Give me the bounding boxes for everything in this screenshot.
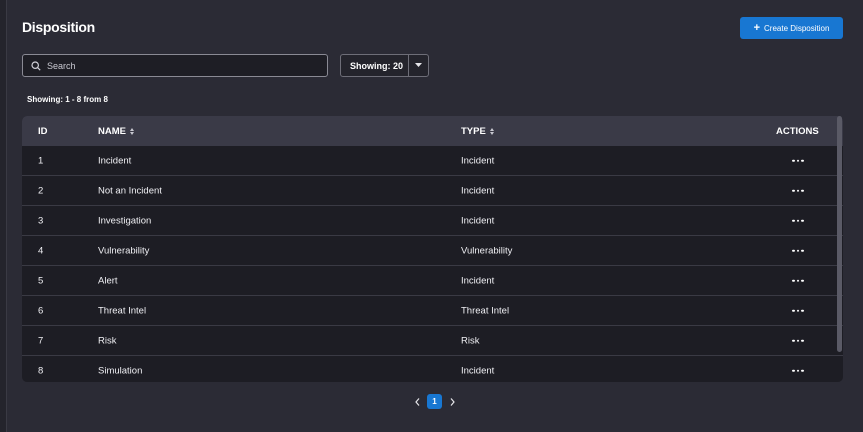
row-type: Incident [461, 155, 495, 166]
row-name: Threat Intel [98, 305, 147, 316]
row-type: Incident [461, 215, 495, 226]
pagination: 1 [412, 394, 457, 409]
row-name: Incident [98, 155, 132, 166]
row-type: Threat Intel [461, 305, 510, 316]
row-id: 4 [38, 245, 44, 256]
table-row[interactable]: 8 Simulation Incident [22, 356, 843, 382]
page-size-select[interactable]: Showing: 20 [340, 54, 429, 77]
disposition-table: ID NAME TYPE ACTIONS 1 Incident Incident 2 N… [22, 116, 843, 382]
row-name: Alert [98, 275, 118, 286]
table-row[interactable]: 3 Investigation Incident [22, 206, 843, 236]
more-icon[interactable] [790, 155, 806, 166]
page-button-current[interactable]: 1 [427, 394, 442, 409]
row-id: 2 [38, 185, 44, 196]
row-id: 7 [38, 335, 44, 346]
table-row[interactable]: 5 Alert Incident [22, 266, 843, 296]
row-id: 5 [38, 275, 44, 286]
search-input[interactable] [47, 60, 307, 71]
row-type: Incident [461, 185, 495, 196]
row-id: 6 [38, 305, 44, 316]
table-row[interactable]: 7 Risk Risk [22, 326, 843, 356]
row-type: Incident [461, 365, 495, 376]
column-name-label: NAME [98, 125, 126, 137]
row-type: Vulnerability [461, 245, 513, 256]
row-id: 3 [38, 215, 44, 226]
row-type: Incident [461, 275, 495, 286]
more-icon[interactable] [790, 335, 806, 346]
more-icon[interactable] [790, 275, 806, 286]
row-type: Risk [461, 335, 480, 346]
row-name: Not an Incident [98, 185, 162, 196]
sort-icon[interactable] [129, 127, 134, 135]
table-header: ID NAME TYPE ACTIONS [22, 116, 843, 146]
plus-icon: + [753, 21, 761, 34]
more-icon[interactable] [790, 305, 806, 316]
sidebar-edge [0, 0, 7, 432]
more-icon[interactable] [790, 365, 806, 376]
table-row[interactable]: 1 Incident Incident [22, 146, 843, 176]
create-disposition-button[interactable]: + Create Disposition [740, 17, 843, 39]
more-icon[interactable] [790, 245, 806, 256]
search-icon [31, 60, 41, 71]
table-row[interactable]: 4 Vulnerability Vulnerability [22, 236, 843, 266]
results-range: Showing: 1 - 8 from 8 [27, 95, 108, 104]
column-type-header[interactable]: TYPE [461, 126, 494, 137]
page-title: Disposition [22, 19, 95, 35]
more-icon[interactable] [790, 215, 806, 226]
table-body: 1 Incident Incident 2 Not an Incident Inciden… [22, 146, 843, 382]
row-name: Vulnerability [98, 245, 150, 256]
row-id: 8 [38, 365, 44, 376]
column-type-label: TYPE [461, 125, 486, 137]
row-name: Risk [98, 335, 117, 346]
search-box[interactable] [22, 54, 328, 77]
column-id-header: ID [38, 125, 48, 137]
column-actions-header: ACTIONS [776, 125, 819, 137]
chevron-right-icon[interactable] [447, 394, 457, 409]
table-row[interactable]: 2 Not an Incident Incident [22, 176, 843, 206]
more-icon[interactable] [790, 185, 806, 196]
column-name-header[interactable]: NAME [98, 126, 134, 137]
table-scrollbar[interactable] [837, 116, 842, 352]
row-id: 1 [38, 155, 44, 166]
chevron-down-icon[interactable] [409, 63, 428, 68]
table-row[interactable]: 6 Threat Intel Threat Intel [22, 296, 843, 326]
page-size-value: Showing: 20 [350, 60, 404, 71]
row-name: Simulation [98, 365, 143, 376]
sort-icon[interactable] [489, 127, 494, 135]
create-disposition-label: Create Disposition [764, 23, 830, 33]
row-name: Investigation [98, 215, 152, 226]
chevron-left-icon[interactable] [412, 394, 422, 409]
